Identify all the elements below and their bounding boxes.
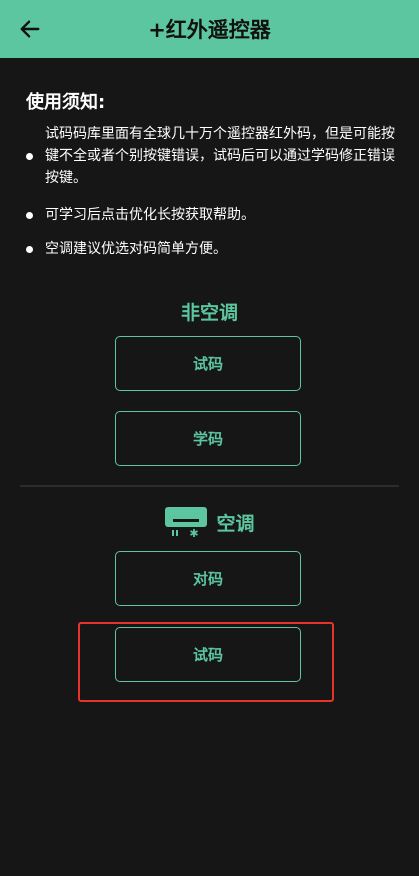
bullet-dot bbox=[26, 245, 33, 253]
notice-text: 试码码库里面有全球几十万个遥控器红外码，但是可能按键不全或者个别按键错误，试码后… bbox=[45, 126, 395, 186]
notice-text: 空调建议优选对码简单方便。 bbox=[45, 241, 227, 257]
notice-title: 使用须知: bbox=[26, 92, 106, 113]
page-title: +红外遥控器 bbox=[148, 18, 271, 42]
non-ac-try-code-button[interactable]: 试码 bbox=[115, 336, 301, 391]
air-conditioner-icon bbox=[165, 507, 208, 537]
ac-title-text: 空调 bbox=[216, 512, 255, 535]
ac-try-code-button[interactable]: 试码 bbox=[115, 627, 301, 682]
arrow-left-icon bbox=[20, 20, 40, 38]
notice-item: 试码码库里面有全球几十万个遥控器红外码，但是可能按键不全或者个别按键错误，试码后… bbox=[26, 123, 401, 189]
non-ac-section-title: 非空调 bbox=[180, 302, 238, 324]
ac-section-title: 空调 bbox=[0, 506, 419, 538]
match-code-button[interactable]: 对码 bbox=[115, 551, 301, 606]
bullet-dot bbox=[26, 211, 33, 219]
learn-code-button[interactable]: 学码 bbox=[115, 411, 301, 466]
bullet-dot bbox=[26, 152, 33, 160]
notice-text: 可学习后点击优化长按获取帮助。 bbox=[45, 207, 255, 223]
section-divider bbox=[20, 485, 399, 487]
notice-item: 空调建议优选对码简单方便。 bbox=[26, 238, 401, 260]
notice-item: 可学习后点击优化长按获取帮助。 bbox=[26, 204, 401, 226]
top-app-bar: +红外遥控器 bbox=[0, 0, 419, 58]
back-button[interactable] bbox=[14, 13, 46, 45]
